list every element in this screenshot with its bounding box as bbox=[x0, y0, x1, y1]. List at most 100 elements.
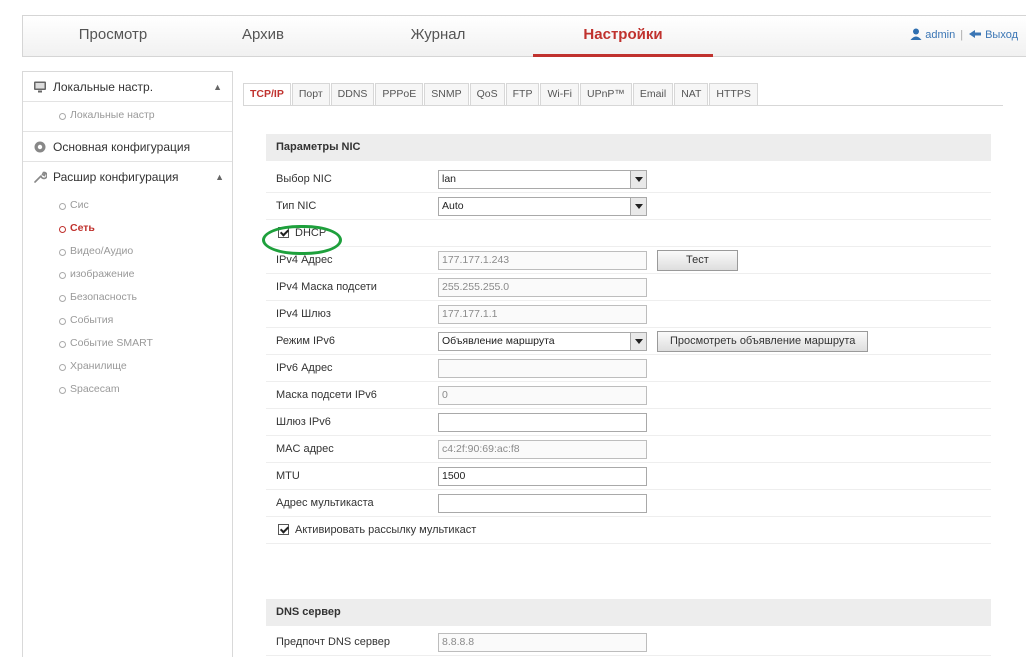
tab-nat[interactable]: NAT bbox=[674, 83, 709, 105]
view-route-advertisement-button[interactable]: Просмотреть объявление маршрута bbox=[657, 331, 869, 352]
row-ipv6-gateway: Шлюз IPv6 bbox=[266, 409, 991, 436]
sidebar-item-smart-event[interactable]: Событие SMART bbox=[23, 332, 232, 355]
row-preferred-dns: Предпочт DNS сервер 8.8.8.8 bbox=[266, 629, 991, 656]
sidebar-submenu-local: Локальные настр bbox=[23, 102, 232, 132]
user-icon bbox=[910, 28, 922, 40]
sidebar: Локальные настр. ▲ Локальные настр Основ… bbox=[22, 71, 233, 657]
nav-tab-archive[interactable]: Архив bbox=[203, 16, 323, 56]
ipv6-mode-dropdown[interactable]: Объявление маршрута bbox=[438, 332, 647, 351]
nav-tab-settings[interactable]: Настройки bbox=[533, 16, 713, 57]
preferred-dns-input[interactable]: 8.8.8.8 bbox=[438, 633, 647, 652]
row-ipv6-mask: Маска подсети IPv6 0 bbox=[266, 382, 991, 409]
chevron-down-icon bbox=[630, 171, 646, 188]
sidebar-group-basic[interactable]: Основная конфигурация bbox=[23, 132, 232, 162]
collapse-caret-icon[interactable]: ▲ bbox=[215, 162, 224, 192]
select-value: Объявление маршрута bbox=[442, 335, 555, 347]
sidebar-item-events[interactable]: События bbox=[23, 309, 232, 332]
ipv6-mask-input[interactable]: 0 bbox=[438, 386, 647, 405]
row-mtu: MTU 1500 bbox=[266, 463, 991, 490]
sidebar-item-security[interactable]: Безопасность bbox=[23, 286, 232, 309]
multicast-enable-label: Активировать рассылку мультикаст bbox=[295, 524, 477, 536]
ipv6-address-input[interactable] bbox=[438, 359, 647, 378]
tab-ftp[interactable]: FTP bbox=[505, 83, 540, 105]
section-header-nic: Параметры NIC bbox=[266, 134, 991, 161]
nic-select-dropdown[interactable]: lan bbox=[438, 170, 647, 189]
gear-icon bbox=[34, 141, 46, 153]
tab-qos[interactable]: QoS bbox=[469, 83, 505, 105]
sidebar-group-label: Локальные настр. bbox=[53, 80, 154, 94]
row-ipv4-mask: IPv4 Маска подсети 255.255.255.0 bbox=[266, 274, 991, 301]
tab-email[interactable]: Email bbox=[632, 83, 674, 105]
chevron-down-icon bbox=[630, 333, 646, 350]
mtu-input[interactable]: 1500 bbox=[438, 467, 647, 486]
tab-https[interactable]: HTTPS bbox=[709, 83, 758, 105]
logout-link[interactable]: Выход bbox=[985, 29, 1018, 41]
row-ipv6-mode: Режим IPv6 Объявление маршрута Просмотре… bbox=[266, 328, 991, 355]
tab-snmp[interactable]: SNMP bbox=[424, 83, 469, 105]
tab-wifi[interactable]: Wi-Fi bbox=[540, 83, 579, 105]
select-value: lan bbox=[442, 173, 457, 185]
ipv6-gateway-input[interactable] bbox=[438, 413, 647, 432]
sidebar-group-advanced[interactable]: Расшир конфигурация ▲ bbox=[23, 162, 232, 192]
select-value: Auto bbox=[442, 200, 464, 212]
field-label: IPv4 Маска подсети bbox=[276, 281, 377, 293]
sidebar-item-system[interactable]: Сис bbox=[23, 194, 232, 217]
tab-port[interactable]: Порт bbox=[291, 83, 330, 105]
sidebar-item-spacecam[interactable]: Spacecam bbox=[23, 378, 232, 401]
multicast-enable-checkbox[interactable] bbox=[278, 524, 289, 535]
test-button[interactable]: Тест bbox=[657, 250, 738, 271]
field-label: Адрес мультикаста bbox=[276, 497, 374, 509]
username[interactable]: admin bbox=[925, 29, 955, 41]
nav-tab-log[interactable]: Журнал bbox=[353, 16, 523, 56]
chevron-down-icon bbox=[630, 198, 646, 215]
tab-pppoe[interactable]: PPPoE bbox=[375, 83, 424, 105]
sidebar-group-local[interactable]: Локальные настр. ▲ bbox=[23, 72, 232, 102]
field-label: Шлюз IPv6 bbox=[276, 416, 331, 428]
sidebar-item-video-audio[interactable]: Видео/Аудио bbox=[23, 240, 232, 263]
user-separator: | bbox=[960, 29, 964, 41]
network-tabs: TCP/IP Порт DDNS PPPoE SNMP QoS FTP Wi-F… bbox=[243, 83, 759, 105]
tab-ddns[interactable]: DDNS bbox=[330, 83, 375, 105]
sidebar-submenu-advanced: Сис Сеть Видео/Аудио изображение Безопас… bbox=[23, 192, 232, 405]
tab-divider bbox=[243, 105, 1003, 106]
nav-tab-live-view[interactable]: Просмотр bbox=[23, 16, 203, 56]
row-ipv4-address: IPv4 Адрес 177.177.1.243 Тест bbox=[266, 247, 991, 274]
field-label: IPv4 Адрес bbox=[276, 254, 333, 266]
sidebar-group-label: Основная конфигурация bbox=[53, 140, 191, 154]
section-header-dns: DNS сервер bbox=[266, 599, 991, 626]
logout-icon bbox=[969, 30, 982, 38]
field-label: Выбор NIC bbox=[276, 173, 332, 185]
field-label: Режим IPv6 bbox=[276, 335, 335, 347]
row-nic-select: Выбор NIC lan bbox=[266, 166, 991, 193]
tab-tcpip[interactable]: TCP/IP bbox=[243, 83, 291, 105]
sidebar-item-storage[interactable]: Хранилище bbox=[23, 355, 232, 378]
field-label: MAC адрес bbox=[276, 443, 334, 455]
wrench-icon bbox=[34, 171, 47, 183]
row-multicast-address: Адрес мультикаста bbox=[266, 490, 991, 517]
tab-upnp[interactable]: UPnP™ bbox=[579, 83, 632, 105]
sidebar-item-network[interactable]: Сеть bbox=[23, 217, 232, 240]
sidebar-item-image[interactable]: изображение bbox=[23, 263, 232, 286]
ipv4-mask-input[interactable]: 255.255.255.0 bbox=[438, 278, 647, 297]
row-ipv4-gateway: IPv4 Шлюз 177.177.1.1 bbox=[266, 301, 991, 328]
ipv4-gateway-input[interactable]: 177.177.1.1 bbox=[438, 305, 647, 324]
nic-type-dropdown[interactable]: Auto bbox=[438, 197, 647, 216]
sidebar-item-local-settings[interactable]: Локальные настр bbox=[23, 104, 232, 127]
field-label: IPv4 Шлюз bbox=[276, 308, 331, 320]
main-content: TCP/IP Порт DDNS PPPoE SNMP QoS FTP Wi-F… bbox=[243, 71, 1003, 657]
field-label: MTU bbox=[276, 470, 300, 482]
row-mac-address: MAC адрес c4:2f:90:69:ac:f8 bbox=[266, 436, 991, 463]
field-label: Тип NIC bbox=[276, 200, 317, 212]
collapse-caret-icon[interactable]: ▲ bbox=[213, 72, 222, 101]
dhcp-checkbox[interactable] bbox=[278, 227, 289, 238]
field-label: IPv6 Адрес bbox=[276, 362, 333, 374]
field-label: Маска подсети IPv6 bbox=[276, 389, 377, 401]
dhcp-label: DHCP bbox=[295, 227, 327, 239]
mac-address-input[interactable]: c4:2f:90:69:ac:f8 bbox=[438, 440, 647, 459]
multicast-address-input[interactable] bbox=[438, 494, 647, 513]
row-multicast-enable: Активировать рассылку мультикаст bbox=[266, 517, 991, 544]
ipv4-address-input[interactable]: 177.177.1.243 bbox=[438, 251, 647, 270]
row-nic-type: Тип NIC Auto bbox=[266, 193, 991, 220]
user-area: admin | Выход bbox=[910, 16, 1018, 56]
sidebar-group-label: Расшир конфигурация bbox=[53, 170, 179, 184]
